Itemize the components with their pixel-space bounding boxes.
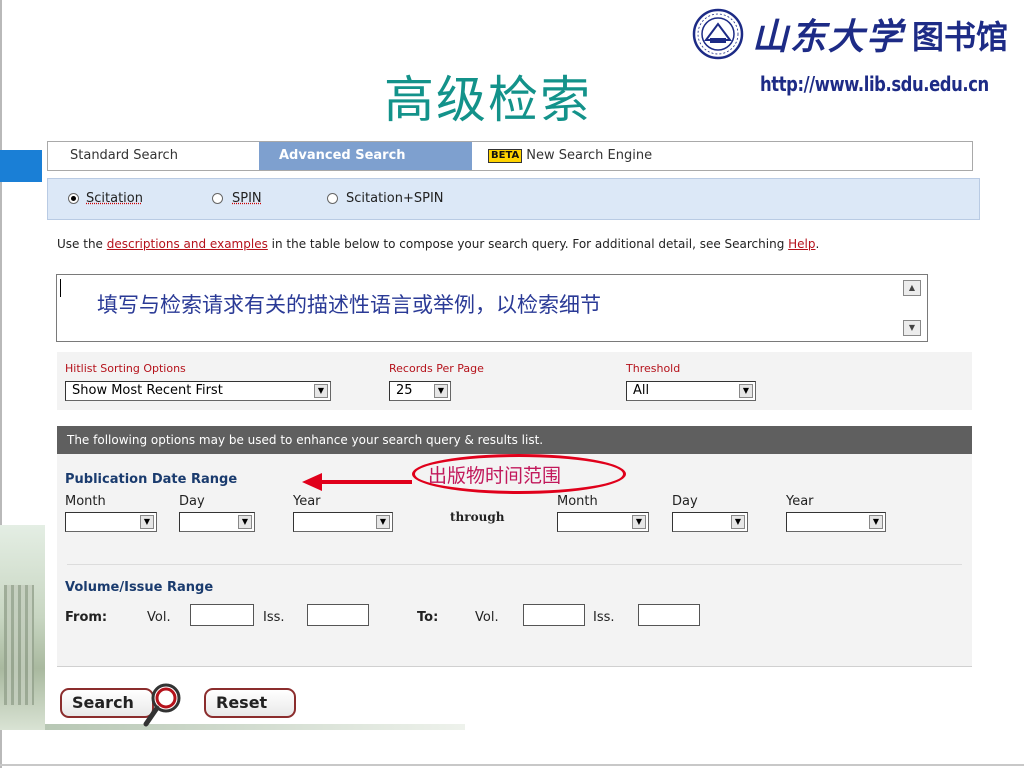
- records-per-page-value: 25: [396, 383, 413, 398]
- instructions-text-middle: in the table below to compose your searc…: [267, 237, 789, 251]
- chevron-down-icon: ▼: [238, 515, 252, 529]
- radio-label-scitation-spin[interactable]: Scitation+SPIN: [346, 191, 444, 206]
- to-iss-label: Iss.: [593, 610, 615, 625]
- from-vol-label: Vol.: [147, 610, 171, 625]
- threshold-value: All: [633, 383, 650, 398]
- database-selector: Scitation SPIN Scitation+SPIN: [47, 178, 980, 220]
- tab-standard-search[interactable]: Standard Search: [70, 142, 178, 170]
- tab-advanced-search[interactable]: Advanced Search: [259, 142, 472, 170]
- through-label: through: [450, 510, 505, 524]
- radio-scitation[interactable]: [68, 193, 79, 204]
- from-month-label: Month: [65, 494, 106, 509]
- to-day-label: Day: [672, 494, 698, 509]
- from-issue-input[interactable]: [307, 604, 369, 626]
- chevron-down-icon: ▼: [731, 515, 745, 529]
- help-link[interactable]: Help: [788, 237, 815, 251]
- search-button-label: Search: [72, 693, 134, 712]
- slide-bottom-border: [0, 764, 1024, 766]
- chevron-down-icon: ▼: [376, 515, 390, 529]
- from-day-label: Day: [179, 494, 205, 509]
- hitlist-sorting-label: Hitlist Sorting Options: [65, 362, 186, 375]
- to-day-select[interactable]: ▼: [672, 512, 748, 532]
- magnifier-icon: [143, 683, 181, 727]
- to-month-label: Month: [557, 494, 598, 509]
- hitlist-sorting-value: Show Most Recent First: [72, 383, 223, 398]
- scroll-up-icon[interactable]: ▲: [903, 280, 921, 296]
- to-volume-input[interactable]: [523, 604, 585, 626]
- to-vol-label: Vol.: [475, 610, 499, 625]
- to-month-select[interactable]: ▼: [557, 512, 649, 532]
- university-seal-icon: [692, 8, 744, 60]
- options-header: The following options may be used to enh…: [57, 426, 972, 454]
- chevron-down-icon: ▼: [739, 384, 753, 398]
- scroll-down-icon[interactable]: ▼: [903, 320, 921, 336]
- to-issue-input[interactable]: [638, 604, 700, 626]
- threshold-select[interactable]: All ▼: [626, 381, 756, 401]
- volume-issue-range-title: Volume/Issue Range: [65, 580, 214, 595]
- sorting-options-panel: Hitlist Sorting Options Show Most Recent…: [57, 352, 972, 410]
- search-tab-bar: Standard Search Advanced Search BETA New …: [47, 141, 973, 171]
- to-label: To:: [417, 610, 439, 625]
- campus-photo: [0, 525, 45, 730]
- university-name: 山东大学: [752, 16, 905, 58]
- descriptions-examples-link[interactable]: descriptions and examples: [107, 237, 268, 251]
- from-iss-label: Iss.: [263, 610, 285, 625]
- from-year-label: Year: [293, 494, 321, 509]
- slide-accent-bar: [0, 150, 42, 182]
- decorative-bar: [45, 724, 465, 730]
- to-year-select[interactable]: ▼: [786, 512, 886, 532]
- radio-spin[interactable]: [212, 193, 223, 204]
- hitlist-sorting-select[interactable]: Show Most Recent First ▼: [65, 381, 331, 401]
- annotation-arrow-icon: [302, 473, 412, 491]
- date-range-annotation: 出版物时间范围: [428, 465, 562, 487]
- chevron-down-icon: ▼: [314, 384, 328, 398]
- page-title: 高级检索: [384, 71, 592, 129]
- from-year-select[interactable]: ▼: [293, 512, 393, 532]
- from-volume-input[interactable]: [190, 604, 254, 626]
- library-logo: 山东大学 图书馆 http://www.lib.sdu.edu.cn: [692, 8, 1009, 100]
- divider: [67, 564, 962, 565]
- to-year-label: Year: [786, 494, 814, 509]
- search-instructions: Use the descriptions and examples in the…: [57, 237, 917, 252]
- from-day-select[interactable]: ▼: [179, 512, 255, 532]
- tab-new-search-engine[interactable]: BETA New Search Engine: [488, 142, 652, 170]
- radio-label-scitation[interactable]: Scitation: [86, 191, 143, 206]
- radio-scitation-spin[interactable]: [327, 193, 338, 204]
- instructions-suffix: .: [815, 237, 820, 251]
- publication-date-range-title: Publication Date Range: [65, 472, 238, 487]
- records-per-page-label: Records Per Page: [389, 362, 484, 375]
- chevron-down-icon: ▼: [869, 515, 883, 529]
- from-month-select[interactable]: ▼: [65, 512, 157, 532]
- records-per-page-select[interactable]: 25 ▼: [389, 381, 451, 401]
- tab-new-search-engine-label: New Search Engine: [526, 148, 653, 163]
- radio-label-spin[interactable]: SPIN: [232, 191, 262, 206]
- text-caret: [60, 279, 61, 297]
- instructions-text: Use the: [57, 237, 107, 251]
- library-name: 图书馆: [912, 18, 1009, 56]
- search-query-textarea[interactable]: 填写与检索请求有关的描述性语言或举例，以检索细节 ▲ ▼: [56, 274, 928, 342]
- chevron-down-icon: ▼: [140, 515, 154, 529]
- reset-button-label: Reset: [216, 693, 268, 712]
- beta-badge: BETA: [488, 149, 523, 163]
- reset-button[interactable]: Reset: [204, 688, 296, 718]
- query-annotation: 填写与检索请求有关的描述性语言或举例，以检索细节: [97, 293, 601, 317]
- chevron-down-icon: ▼: [434, 384, 448, 398]
- threshold-label: Threshold: [626, 362, 681, 375]
- library-url: http://www.lib.sdu.edu.cn: [760, 72, 989, 96]
- chevron-down-icon: ▼: [632, 515, 646, 529]
- from-label: From:: [65, 610, 108, 625]
